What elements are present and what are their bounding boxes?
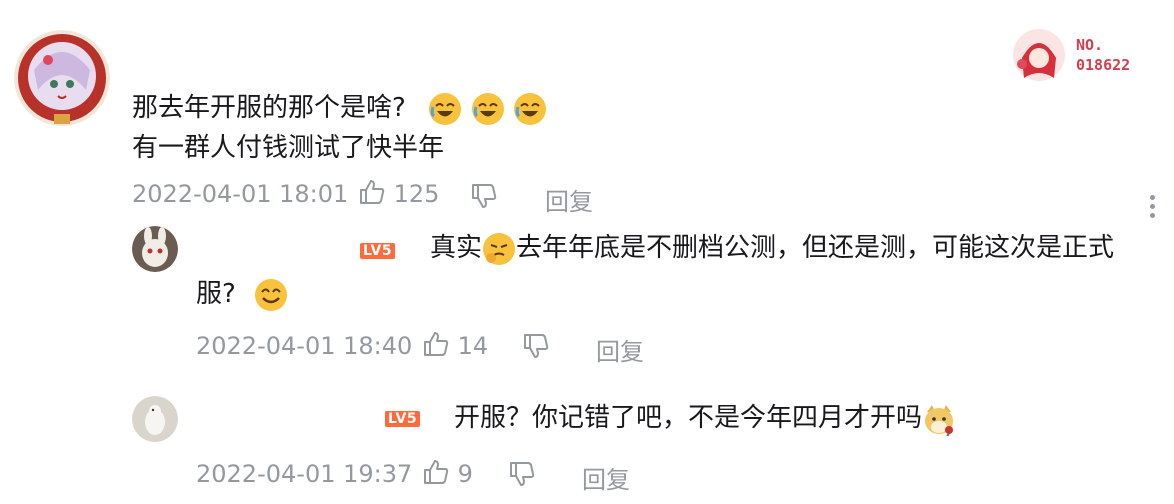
like-button[interactable]: 9 [422, 458, 473, 488]
laugh-cry-emoji-icon [471, 92, 504, 125]
thumbs-up-icon [424, 332, 449, 356]
comment-text: 那去年开服的那个是啥? [132, 93, 406, 123]
thumbs-up-icon [360, 180, 385, 204]
reply-button[interactable]: 回复 [596, 332, 644, 367]
reply-button[interactable]: 回复 [582, 460, 630, 495]
thumbs-down-icon [472, 184, 497, 208]
reply-line-1: 真实 去年年底是不删档公测，但还是测，可能这次是正式 [430, 228, 1114, 268]
doge-rose-emoji-icon [925, 404, 954, 436]
level-badge: LV5 [360, 240, 396, 259]
badge-number: 018622 [1076, 56, 1131, 74]
like-count: 9 [457, 460, 473, 488]
like-count: 14 [457, 332, 489, 360]
comment-timestamp: 2022-04-01 18:01 [132, 180, 349, 208]
reply-button[interactable]: 回复 [545, 182, 593, 217]
reply-avatar[interactable] [132, 226, 178, 272]
badge-label: NO. [1076, 36, 1104, 54]
comment-line-1: 那去年开服的那个是啥? [132, 88, 547, 128]
smile-emoji-icon [255, 278, 288, 311]
thumbs-up-icon [424, 460, 449, 484]
reply-text: 开服？你记错了吧，不是今年四月才开吗 [454, 403, 923, 433]
reply-text: 服? [196, 279, 236, 309]
dislike-button[interactable] [522, 332, 550, 364]
level-badge: LV5 [385, 408, 421, 427]
decoration-badge: NO. 018622 [1012, 28, 1152, 82]
user-avatar[interactable] [14, 30, 110, 126]
more-options-button[interactable] [1150, 195, 1155, 218]
reply-timestamp: 2022-04-01 18:40 [196, 332, 413, 360]
thumbs-down-icon [510, 462, 535, 486]
dot-icon [1150, 195, 1155, 200]
dislike-button[interactable] [470, 182, 498, 214]
like-count: 125 [393, 180, 440, 208]
reply-text: 去年年底是不删档公测，但还是测，可能这次是正式 [516, 233, 1115, 263]
comment-line-2: 有一群人付钱测试了快半年 [132, 133, 445, 163]
dislike-button[interactable] [508, 460, 536, 492]
reply-text: 真实 [430, 233, 483, 263]
like-button[interactable]: 14 [422, 330, 488, 360]
thumbs-down-icon [524, 334, 549, 358]
dot-icon [1150, 204, 1155, 209]
laugh-cry-emoji-icon [429, 92, 462, 125]
reply-avatar[interactable] [132, 396, 178, 442]
badge-avatar-icon [1013, 29, 1065, 81]
dot-icon [1150, 213, 1155, 218]
like-button[interactable]: 125 [358, 178, 439, 208]
reply-line-1: 开服？你记错了吧，不是今年四月才开吗 [454, 398, 956, 438]
thinking-emoji-icon [483, 232, 516, 265]
laugh-cry-emoji-icon [513, 92, 546, 125]
reply-line-2: 服? [196, 274, 288, 314]
reply-timestamp: 2022-04-01 19:37 [196, 460, 413, 488]
